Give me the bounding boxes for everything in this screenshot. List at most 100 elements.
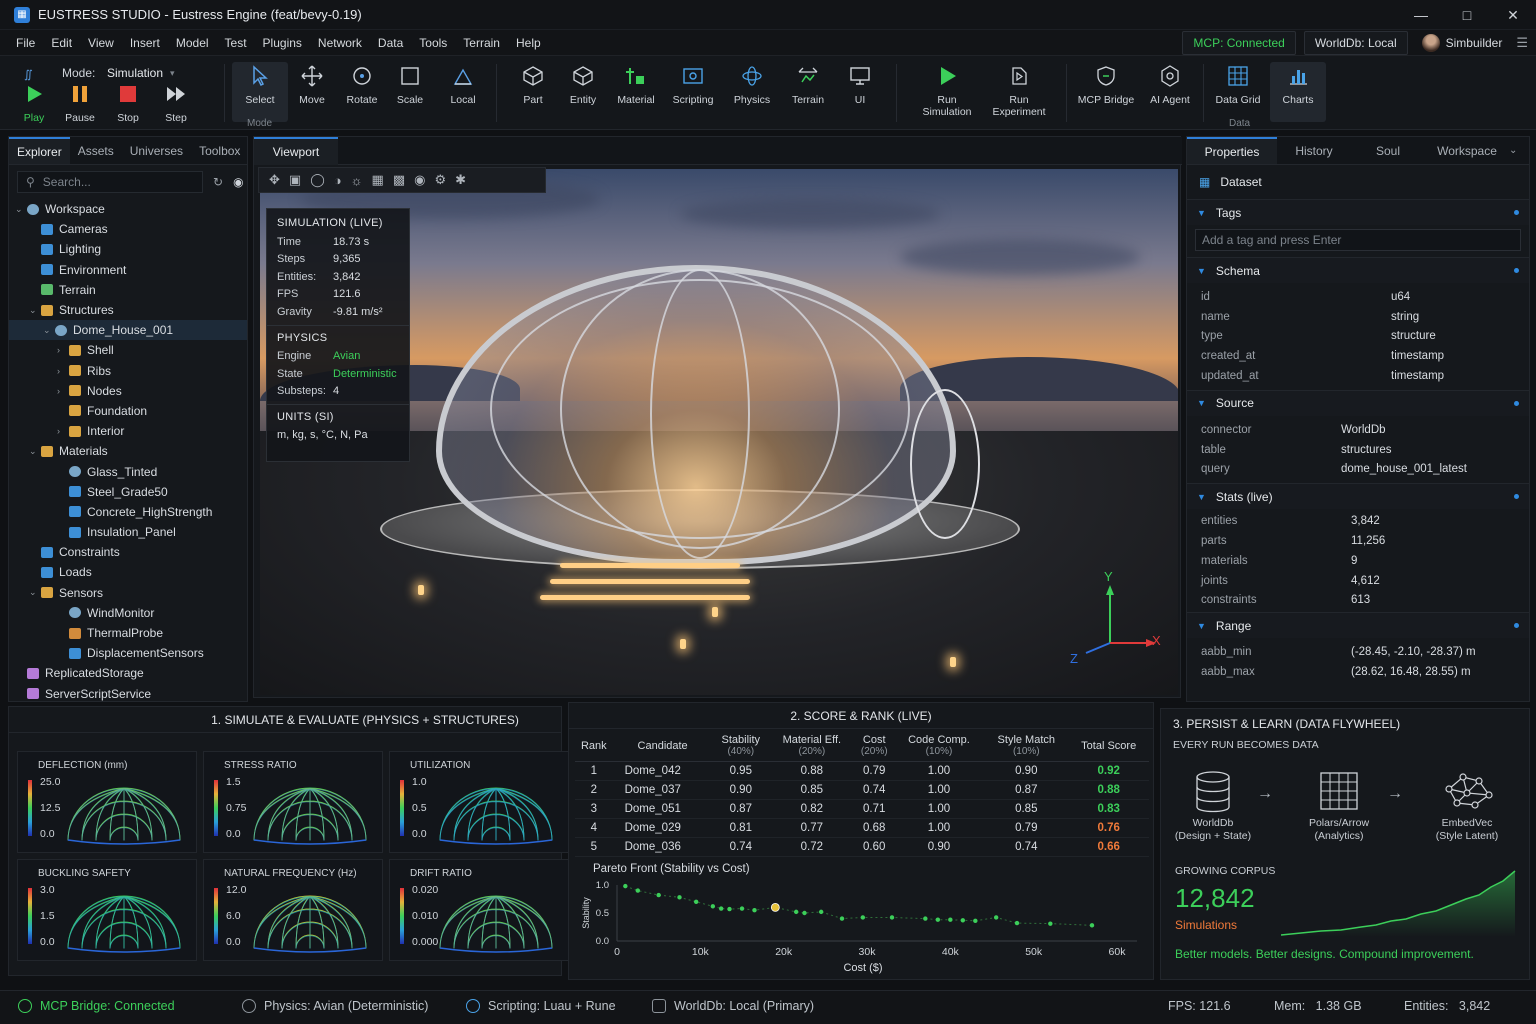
lighting-icon[interactable]: ☼ [351,173,363,188]
entity-button[interactable]: Entity [555,62,611,122]
property-row[interactable]: parts 11,256 [1187,531,1529,551]
menu-terrain[interactable]: Terrain [455,36,508,50]
metric-tile[interactable]: DEFLECTION (mm) 25.0 12.5 0.0 [17,751,197,853]
property-row[interactable]: type structure [1187,327,1529,347]
tree-item[interactable]: ⌄ Materials [9,441,247,461]
tab-toolbox[interactable]: Toolbox [191,137,248,164]
scripting-button[interactable]: Scripting [665,62,721,122]
menu-insert[interactable]: Insert [122,36,168,50]
fx-icon[interactable]: ✱ [455,172,466,188]
chevron-right-icon[interactable]: › [57,426,69,436]
search-input[interactable]: Search... [43,175,91,189]
worlddb-status[interactable]: WorldDb: Local (Primary) [652,999,814,1013]
scatter-point[interactable] [818,909,824,915]
property-row[interactable]: materials 9 [1187,551,1529,571]
menu-test[interactable]: Test [217,36,255,50]
menu-plugins[interactable]: Plugins [255,36,310,50]
scatter-point[interactable] [727,906,732,912]
highlighted-point[interactable] [770,902,780,912]
tree-item[interactable]: › Interior [9,421,247,441]
chevron-down-icon[interactable]: ⌄ [29,305,41,316]
tree-item[interactable]: Steel_Grade50 [9,482,247,502]
data-grid-button[interactable]: Data Grid [1210,62,1266,122]
scatter-point[interactable] [1089,923,1095,928]
mcp-bridge-status[interactable]: MCP Bridge: Connected [18,999,175,1013]
move-gizmo-icon[interactable]: ✥ [269,172,280,188]
refresh-icon[interactable]: ↻ [213,175,223,189]
tree-item[interactable]: Loads [9,562,247,582]
menu-network[interactable]: Network [310,36,370,50]
move-tool-button[interactable]: Move [284,62,340,122]
source-section-header[interactable]: ▼ Source [1187,389,1529,416]
chevron-down-icon[interactable]: ⌄ [1509,137,1517,164]
chevron-down-icon[interactable]: ⌄ [43,325,55,336]
property-row[interactable]: joints 4,612 [1187,571,1529,591]
pareto-chart[interactable]: 1.0 0.5 0.0 0 10k 20k 30k 40k 50k 60k Cost ($) Stab… [575,877,1149,977]
column-header[interactable]: Total Score [1068,731,1149,762]
scatter-point[interactable] [889,915,895,920]
tree-item[interactable]: › Nodes [9,381,247,401]
ai-agent-button[interactable]: AI Agent [1142,62,1198,122]
camera-orbit-icon[interactable]: ◯ [310,172,325,188]
scatter-point[interactable] [793,909,799,915]
property-row[interactable]: query dome_house_001_latest [1187,460,1529,480]
scatter-point[interactable] [860,915,866,920]
menu-help[interactable]: Help [508,36,549,50]
tab-universes[interactable]: Universes [122,137,191,164]
physics-status[interactable]: Physics: Avian (Deterministic) [242,999,428,1013]
minimize-icon[interactable]: — [1398,0,1444,30]
charts-button[interactable]: Charts [1270,62,1326,122]
chevron-right-icon[interactable]: › [57,386,69,396]
tree-item[interactable]: ⌄ Dome_House_001 [9,320,247,341]
tree-item[interactable]: DisplacementSensors [9,643,247,663]
select-tool-button[interactable]: Select [232,62,288,122]
scatter-point[interactable] [935,917,941,922]
tree-item[interactable]: ServerScriptService [9,684,247,704]
chevron-down-icon[interactable]: ⌄ [29,587,41,598]
tab-properties[interactable]: Properties [1187,137,1277,164]
metric-tile[interactable]: STRESS RATIO 1.5 0.75 0.0 [203,751,383,853]
tab-history[interactable]: History [1277,137,1351,164]
property-row[interactable]: updated_at timestamp [1187,366,1529,386]
tree-item[interactable]: Environment [9,260,247,280]
scale-tool-button[interactable]: Scale [382,62,438,122]
wireframe-icon[interactable]: ▦ [372,172,384,188]
scatter-point[interactable] [623,883,628,889]
table-row[interactable]: 3 Dome_051 0.87 0.82 0.71 1.00 0.85 0.83 [575,799,1149,819]
tree-item[interactable]: WindMonitor [9,603,247,623]
chevron-right-icon[interactable]: › [57,366,69,376]
table-row[interactable]: 5 Dome_036 0.74 0.72 0.60 0.90 0.74 0.66 [575,837,1149,857]
scatter-point[interactable] [948,917,953,922]
physics-button[interactable]: Physics [724,62,780,122]
menu-edit[interactable]: Edit [43,36,80,50]
tree-item[interactable]: ⌄ Structures [9,300,247,320]
tree-item[interactable]: Foundation [9,401,247,421]
column-header[interactable]: Cost (20%) [854,731,894,762]
chevron-down-icon[interactable]: ⌄ [15,204,27,215]
tree-item[interactable]: ⌄ Sensors [9,583,247,603]
user-menu[interactable]: Simbuilder [1416,34,1509,52]
column-header[interactable]: Stability (40%) [712,731,769,762]
property-row[interactable]: table structures [1187,440,1529,460]
tree-item[interactable]: › Shell [9,340,247,360]
scatter-point[interactable] [718,906,724,911]
tag-input[interactable]: Add a tag and press Enter [1195,229,1521,251]
scatter-point[interactable] [1014,920,1020,926]
tree-item[interactable]: Insulation_Panel [9,522,247,542]
table-row[interactable]: 1 Dome_042 0.95 0.88 0.79 1.00 0.90 0.92 [575,761,1149,781]
menu-view[interactable]: View [80,36,122,50]
metric-tile[interactable]: BUCKLING SAFETY 3.0 1.5 0.0 [17,859,197,961]
physics-debug-icon[interactable]: ◉ [414,172,425,188]
tree-item[interactable]: ThermalProbe [9,623,247,643]
mcp-bridge-button[interactable]: MCP Bridge [1074,62,1138,122]
tab-workspace[interactable]: Workspace [1425,137,1509,164]
explorer-search[interactable]: ⚲ Search... [17,171,203,193]
metric-tile[interactable]: DRIFT RATIO 0.020 0.010 0.000 [389,859,569,961]
scatter-point[interactable] [973,918,978,924]
column-header[interactable]: Candidate [612,731,713,762]
tab-soul[interactable]: Soul [1351,137,1425,164]
menu-data[interactable]: Data [370,36,411,50]
snap-icon[interactable]: ◑ [334,173,342,188]
material-button[interactable]: Material [608,62,664,122]
table-row[interactable]: 2 Dome_037 0.90 0.85 0.74 1.00 0.87 0.88 [575,780,1149,800]
